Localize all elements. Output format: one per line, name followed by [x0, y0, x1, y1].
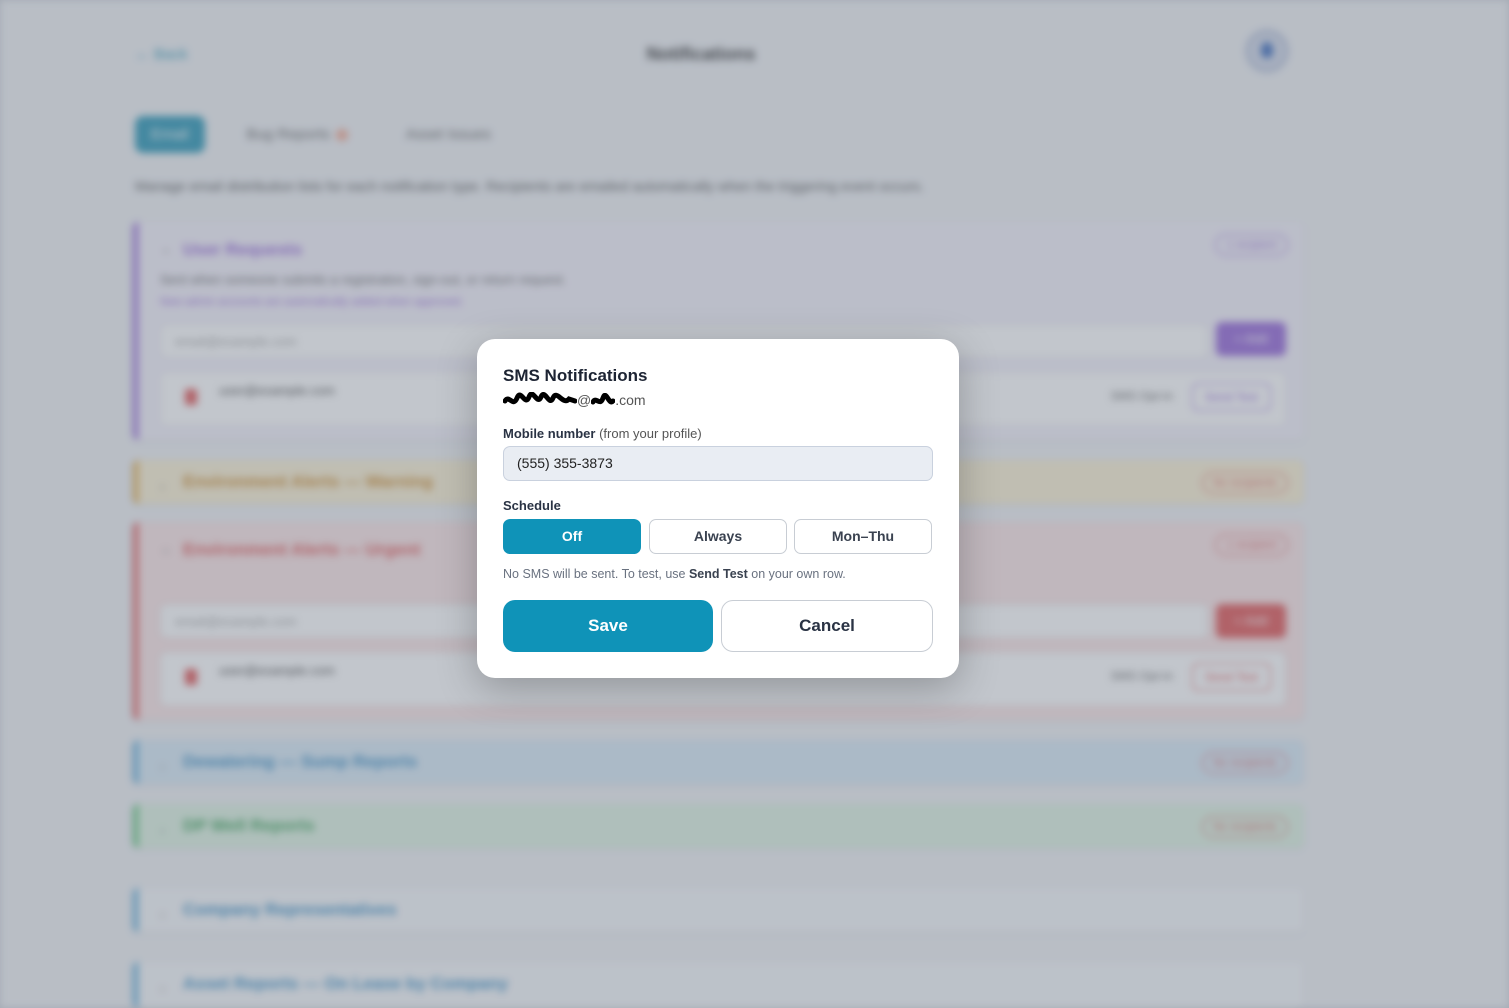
mobile-label-text: Mobile number — [503, 426, 596, 441]
sms-notifications-dialog: SMS Notifications @ .com Mobile number (… — [477, 339, 959, 678]
mobile-number-label: Mobile number (from your profile) — [503, 426, 702, 441]
email-suffix: .com — [615, 392, 646, 408]
mobile-number-field[interactable]: (555) 355-3873 — [503, 446, 933, 481]
mobile-label-hint: (from your profile) — [599, 426, 702, 441]
hint-suffix: on your own row. — [747, 567, 846, 581]
schedule-hint: No SMS will be sent. To test, use Send T… — [503, 567, 846, 581]
schedule-label: Schedule — [503, 498, 561, 513]
hint-prefix: No SMS will be sent. To test, use — [503, 567, 689, 581]
dialog-title: SMS Notifications — [503, 366, 648, 385]
schedule-off-button[interactable]: Off — [503, 519, 641, 554]
schedule-mon-thu-button[interactable]: Mon–Thu — [794, 519, 932, 554]
email-at: @ — [577, 392, 592, 408]
redaction-scribble — [591, 393, 616, 405]
cancel-button[interactable]: Cancel — [721, 600, 933, 652]
account-email: @ .com — [503, 392, 646, 410]
schedule-always-button[interactable]: Always — [649, 519, 787, 554]
redaction-scribble — [503, 392, 577, 405]
hint-send-test: Send Test — [688, 567, 748, 581]
save-button[interactable]: Save — [503, 600, 713, 652]
